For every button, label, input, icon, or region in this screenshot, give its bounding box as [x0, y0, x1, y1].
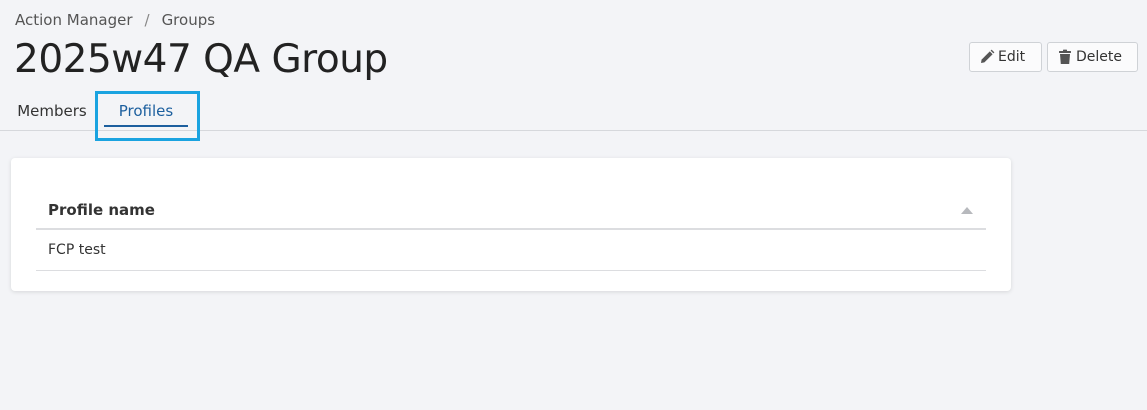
- sort-ascending-icon[interactable]: [961, 207, 973, 214]
- delete-button[interactable]: Delete: [1047, 42, 1138, 72]
- table-cell-profile-name: FCP test: [48, 242, 106, 258]
- page-actions: Edit Delete: [969, 42, 1138, 72]
- tab-members[interactable]: Members: [12, 94, 92, 128]
- breadcrumb: Action Manager / Groups: [15, 11, 215, 29]
- column-header-profile-name[interactable]: Profile name: [36, 201, 155, 219]
- pencil-icon: [979, 49, 995, 65]
- breadcrumb-groups[interactable]: Groups: [162, 11, 215, 29]
- breadcrumb-action-manager[interactable]: Action Manager: [15, 11, 133, 29]
- edit-button[interactable]: Edit: [969, 42, 1042, 72]
- breadcrumb-separator: /: [144, 11, 150, 29]
- table-row[interactable]: FCP test: [36, 230, 986, 271]
- tab-profiles-label: Profiles: [118, 102, 174, 120]
- trash-icon: [1057, 49, 1073, 65]
- profiles-card: Profile name FCP test: [11, 158, 1011, 291]
- tab-bar: Members Profiles: [0, 94, 1147, 131]
- profiles-table: Profile name FCP test: [36, 192, 986, 271]
- edit-button-label: Edit: [998, 49, 1026, 65]
- tab-profiles[interactable]: Profiles: [104, 94, 188, 128]
- delete-button-label: Delete: [1076, 49, 1122, 65]
- table-header-row: Profile name: [36, 192, 986, 230]
- page-title: 2025w47 QA Group: [14, 37, 388, 82]
- tab-members-label: Members: [17, 102, 87, 120]
